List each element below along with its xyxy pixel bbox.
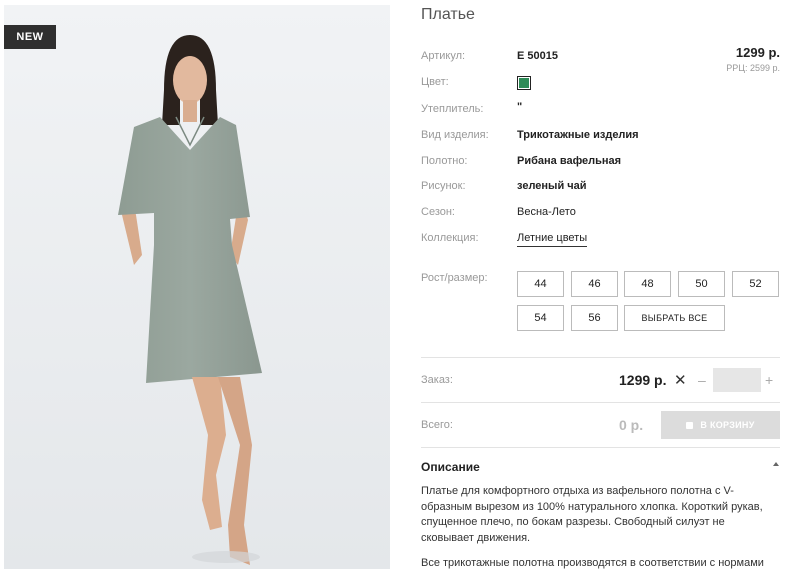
product-title: Платье	[421, 6, 475, 23]
pattern-label: Рисунок:	[421, 180, 466, 192]
collection-label: Коллекция:	[421, 232, 479, 244]
description-title[interactable]: Описание	[421, 460, 480, 474]
add-to-cart-label: В КОРЗИНУ	[700, 420, 755, 430]
size-button-46[interactable]: 46	[571, 271, 618, 297]
type-value: Трикотажные изделия	[517, 129, 639, 141]
order-label: Заказ:	[421, 374, 453, 386]
order-price: 1299 р.	[619, 372, 667, 388]
total-value: 0 р.	[619, 417, 644, 433]
color-swatch[interactable]	[517, 76, 531, 90]
insulation-value: "	[517, 101, 523, 113]
collection-link[interactable]: Летние цветы	[517, 232, 588, 247]
recommended-price: РРЦ: 2599 р.	[726, 63, 780, 73]
size-button-50[interactable]: 50	[678, 271, 725, 297]
pattern-value: зеленый чай	[517, 180, 587, 192]
quantity-input[interactable]	[713, 368, 761, 392]
size-label: Рост/размер:	[421, 272, 488, 284]
description-text-continued: Все трикотажные полотна производятся в с…	[421, 557, 764, 569]
description-text: Платье для комфортного отдыха из вафельн…	[421, 485, 763, 544]
decrement-button[interactable]: –	[698, 372, 706, 388]
size-button-44[interactable]: 44	[517, 271, 564, 297]
fabric-label: Полотно:	[421, 155, 468, 167]
total-label: Всего:	[421, 419, 453, 431]
size-button-48[interactable]: 48	[624, 271, 671, 297]
season-label: Сезон:	[421, 206, 455, 218]
size-button-54[interactable]: 54	[517, 305, 564, 331]
divider	[421, 357, 780, 358]
divider	[421, 402, 780, 403]
size-button-56[interactable]: 56	[571, 305, 618, 331]
add-to-cart-button[interactable]: В КОРЗИНУ	[661, 411, 780, 439]
insulation-label: Утеплитель:	[421, 103, 484, 115]
season-value: Весна-Лето	[517, 206, 576, 218]
cart-icon	[686, 421, 694, 429]
fabric-value: Рибана вафельная	[517, 155, 622, 167]
product-photo-illustration	[4, 5, 390, 569]
color-label: Цвет:	[421, 76, 449, 88]
size-button-52[interactable]: 52	[732, 271, 779, 297]
select-all-sizes-button[interactable]: ВЫБРАТЬ ВСЕ	[624, 305, 725, 331]
increment-button[interactable]: +	[765, 372, 773, 388]
collapse-caret-icon[interactable]	[773, 462, 779, 466]
divider	[421, 447, 780, 448]
close-icon[interactable]: ✕	[674, 371, 687, 389]
type-label: Вид изделия:	[421, 129, 489, 141]
color-swatch-fill	[519, 78, 529, 88]
product-image[interactable]	[4, 5, 390, 569]
article-label: Артикул:	[421, 50, 466, 62]
new-badge: NEW	[4, 25, 56, 49]
product-price: 1299 р.	[735, 45, 780, 60]
article-value: E 50015	[517, 50, 558, 62]
